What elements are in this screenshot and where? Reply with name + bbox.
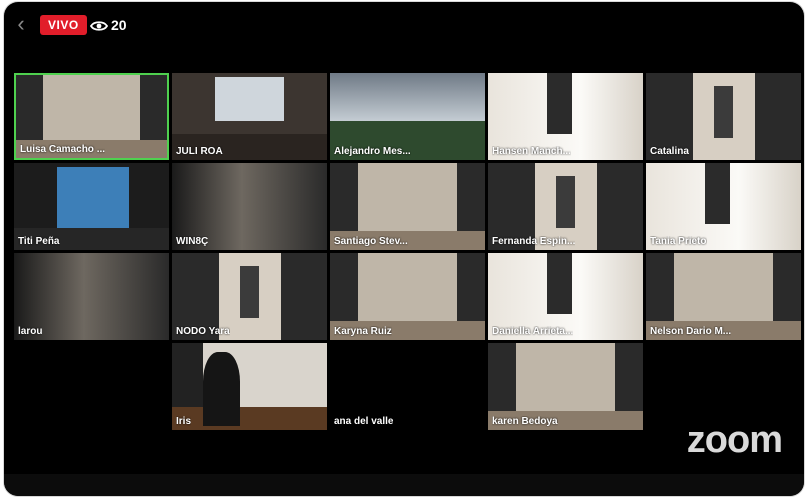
participant-tile[interactable]: Tania Prieto [646, 163, 801, 250]
eye-icon [89, 21, 109, 31]
participant-name: Luisa Camacho ... [20, 144, 106, 155]
participant-name: Hansen Manch... [492, 146, 571, 157]
participant-name: WIN8Ç [176, 236, 209, 247]
participant-tile[interactable]: Iris [172, 343, 327, 430]
bottom-bar [4, 474, 804, 496]
participant-tile[interactable]: Nelson Dario M... [646, 253, 801, 340]
participant-name: karen Bedoya [492, 416, 558, 427]
back-chevron-icon[interactable]: ‹ [10, 12, 32, 36]
participant-tile[interactable]: Alejandro Mes... [330, 73, 485, 160]
participant-tile[interactable]: ana del valle [330, 343, 485, 430]
participant-name: Santiago Stev... [334, 236, 408, 247]
participant-tile[interactable]: Hansen Manch... [488, 73, 643, 160]
participant-tile[interactable]: Karyna Ruiz [330, 253, 485, 340]
livestream-frame: ‹ VIVO 20 Luisa Camacho ... JULI ROA Aleja… [4, 2, 804, 496]
participant-tile[interactable]: Fernanda Espin... [488, 163, 643, 250]
participant-name: NODO Yara [176, 326, 230, 337]
viewer-count-value: 20 [111, 17, 127, 33]
participant-tile[interactable]: Daniella Arrieta... [488, 253, 643, 340]
participant-tile[interactable]: JULI ROA [172, 73, 327, 160]
participant-name: Daniella Arrieta... [492, 326, 574, 337]
zoom-logo: zoom [686, 419, 783, 461]
participant-name: Catalina [650, 146, 689, 157]
participant-video [172, 343, 327, 430]
participant-tile[interactable]: NODO Yara [172, 253, 327, 340]
participant-name: Fernanda Espin... [492, 236, 576, 247]
participant-tile[interactable]: WIN8Ç [172, 163, 327, 250]
participant-name: ana del valle [334, 416, 394, 427]
participant-name: Karyna Ruiz [334, 326, 392, 337]
viewer-count: 20 [89, 14, 127, 36]
participant-name: Iris [176, 416, 192, 427]
participant-name: Titi Peña [18, 236, 60, 247]
participant-name: larou [18, 326, 43, 337]
participant-tile[interactable]: Luisa Camacho ... [14, 73, 169, 160]
participant-name: JULI ROA [176, 146, 223, 157]
participant-name: Nelson Dario M... [650, 326, 732, 337]
live-badge: VIVO [40, 15, 87, 35]
participant-tile[interactable]: larou [14, 253, 169, 340]
participant-tile[interactable]: Catalina [646, 73, 801, 160]
participant-tile[interactable]: Titi Peña [14, 163, 169, 250]
participant-tile[interactable]: karen Bedoya [488, 343, 643, 430]
participant-name: Tania Prieto [650, 236, 707, 247]
top-bar: ‹ VIVO 20 [4, 2, 804, 46]
participant-name: Alejandro Mes... [334, 146, 411, 157]
participant-tile[interactable]: Santiago Stev... [330, 163, 485, 250]
